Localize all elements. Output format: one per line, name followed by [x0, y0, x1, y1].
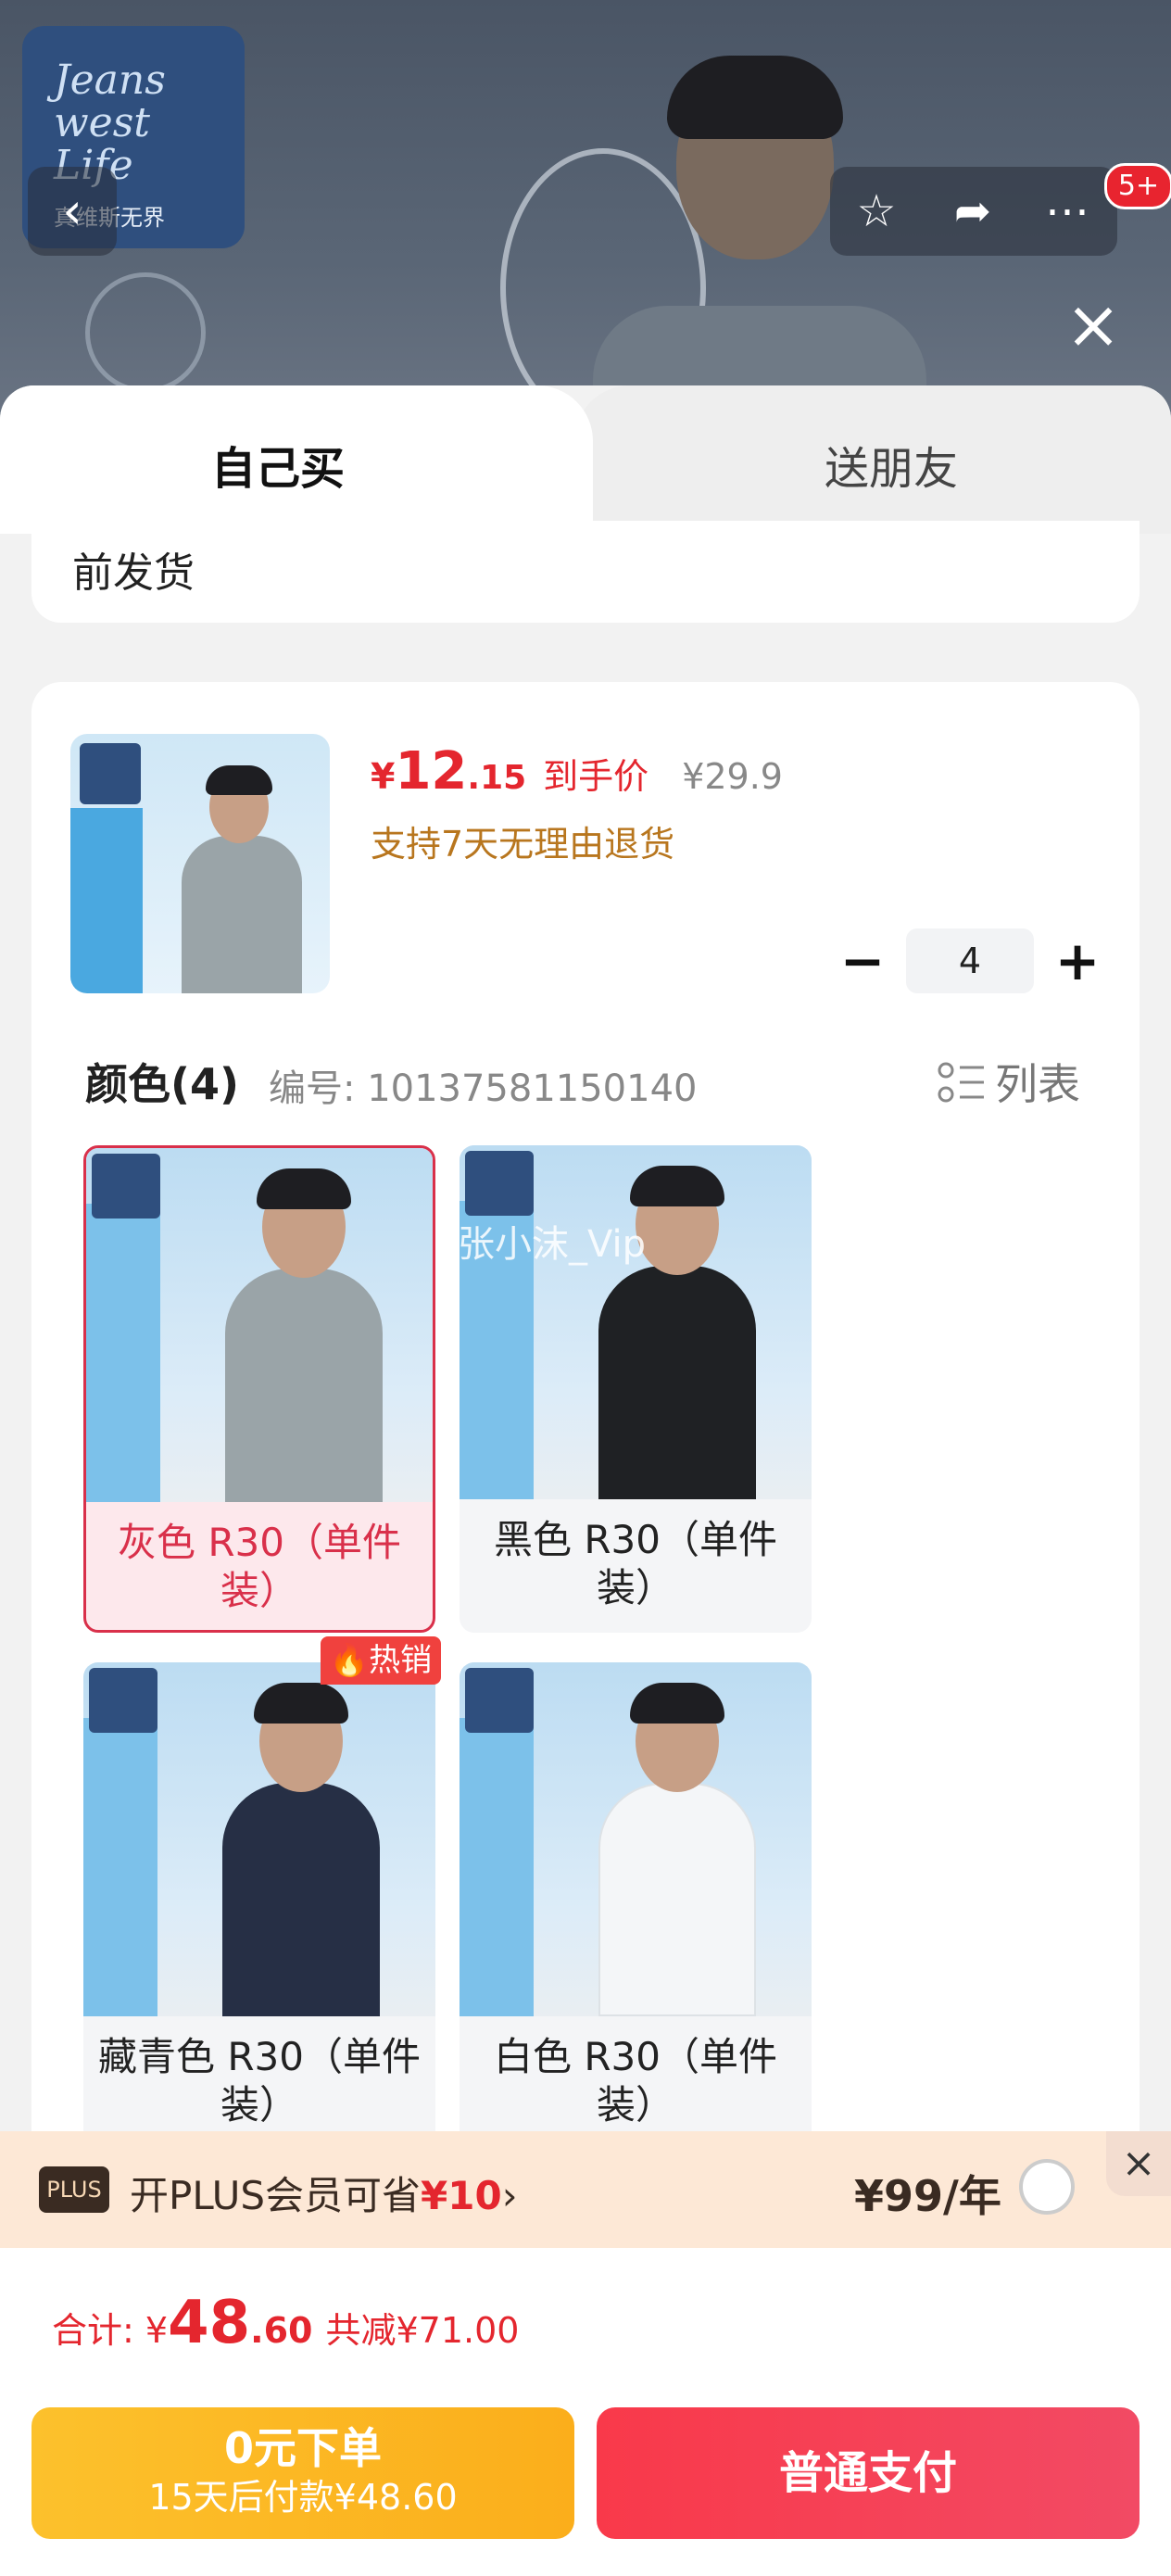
color-option-navy[interactable]: 藏青色 R30（单件装） [83, 1662, 435, 2150]
more-icon[interactable]: ⋯ [1021, 167, 1114, 256]
option-shirt [598, 1266, 756, 1499]
quantity-decrease-button[interactable]: − [830, 928, 895, 993]
chevron-right-icon: › [501, 2173, 518, 2218]
option-hair [254, 1683, 348, 1724]
price-decimal: .15 [467, 759, 527, 797]
option-label: 白色 R30（单件装） [494, 2034, 777, 2128]
list-view-label: 列表 [995, 1059, 1080, 1109]
chevron-left-icon: ‹ [62, 182, 82, 240]
total-label: 合计: [52, 2310, 145, 2351]
option-image-logo [465, 1151, 534, 1216]
hot-sale-badge: 🔥热销 [321, 1636, 441, 1685]
option-shirt [222, 1783, 380, 2016]
return-policy: 支持7天无理由退货 [371, 824, 675, 865]
fire-icon: 🔥 [329, 1642, 370, 1679]
option-label: 黑色 R30（单件装） [494, 1517, 777, 1610]
pay-later-button[interactable]: 0元下单 15天后付款¥48.60 [31, 2407, 574, 2539]
option-image-strip [83, 1718, 157, 2016]
total-integer: 48 [168, 2289, 251, 2357]
total-currency: ¥ [145, 2310, 169, 2351]
price-row: ¥12.15 到手价 ¥29.9 [371, 741, 783, 806]
close-icon[interactable]: × [1106, 2131, 1171, 2196]
pay-later-subtitle: 15天后付款¥48.60 [148, 2477, 458, 2518]
notification-badge: 5+ [1104, 163, 1171, 209]
price-currency: ¥ [371, 756, 396, 797]
list-icon [938, 1062, 984, 1103]
plus-promo-amount: ¥10 [421, 2173, 502, 2218]
watermark-text: 张小沫_Vip [458, 1223, 646, 1266]
option-hair [630, 1683, 724, 1724]
plus-badge: PLUS [39, 2166, 109, 2213]
price-tag: 到手价 [543, 756, 649, 797]
option-image [83, 1662, 435, 2016]
delivery-card: 前发货 [31, 521, 1140, 623]
option-label: 灰色 R30（单件装） [118, 1520, 401, 1613]
option-image [86, 1148, 433, 1502]
option-hair [257, 1168, 351, 1209]
quantity-increase-button[interactable]: + [1045, 928, 1110, 993]
total-amount: 合计: ¥48.60 共减¥71.00 [52, 2289, 519, 2357]
close-icon[interactable]: × [1056, 287, 1130, 361]
plus-promo-text[interactable]: 开PLUS会员可省¥10› [130, 2165, 518, 2221]
product-thumbnail [70, 734, 330, 993]
list-view-toggle[interactable]: 列表 [938, 1051, 1080, 1112]
option-label: 藏青色 R30（单件装） [98, 2034, 421, 2128]
quantity-input[interactable]: 4 [906, 928, 1034, 993]
plus-price: ¥99/年 [854, 2171, 1001, 2221]
hot-sale-label: 热销 [369, 1642, 433, 1679]
tab-gift-label: 送朋友 [824, 443, 958, 495]
total-discount: 共减¥71.00 [325, 2310, 520, 2351]
plus-promo-prefix: 开PLUS会员可省 [130, 2173, 422, 2218]
brand-logo-line: Jeans [54, 57, 166, 104]
color-option-gray[interactable]: 灰色 R30（单件装） [83, 1145, 435, 1633]
thumbnail-logo [80, 743, 141, 804]
share-icon[interactable]: ➦ [926, 167, 1019, 256]
color-option-white[interactable]: 白色 R30（单件装） [460, 1662, 812, 2150]
option-image [460, 1145, 812, 1499]
brand-logo-line: west [54, 99, 150, 146]
option-image [460, 1662, 812, 2016]
option-image-logo [89, 1668, 157, 1733]
favorite-star-icon[interactable]: ☆ [830, 167, 923, 256]
top-action-bar: ☆ ➦ ⋯ [830, 167, 1117, 256]
total-decimal: .60 [250, 2310, 313, 2351]
option-shirt [598, 1783, 756, 2016]
option-image-strip [460, 1718, 534, 2016]
back-button[interactable]: ‹ [28, 167, 117, 256]
sku-code: 编号: 10137581150140 [269, 1067, 698, 1110]
color-section-title: 颜色(4) [85, 1059, 240, 1109]
tab-self-label: 自己买 [210, 443, 345, 495]
model-hair-graphic [667, 56, 843, 139]
pay-later-title: 0元下单 [223, 2423, 382, 2473]
price-integer: 12 [395, 741, 468, 802]
delivery-text: 前发货 [72, 549, 195, 597]
option-image-strip [86, 1204, 160, 1502]
option-hair [630, 1166, 724, 1206]
original-price: ¥29.9 [682, 756, 783, 797]
option-image-logo [92, 1154, 160, 1219]
option-shirt [225, 1269, 383, 1502]
thumbnail-shirt [182, 836, 302, 993]
pay-button[interactable]: 普通支付 [597, 2407, 1140, 2539]
brand-emblem-icon [85, 272, 206, 393]
thumbnail-hair [206, 765, 272, 795]
plus-radio[interactable] [1019, 2159, 1075, 2215]
option-image-logo [465, 1668, 534, 1733]
thumbnail-strip [70, 808, 143, 993]
